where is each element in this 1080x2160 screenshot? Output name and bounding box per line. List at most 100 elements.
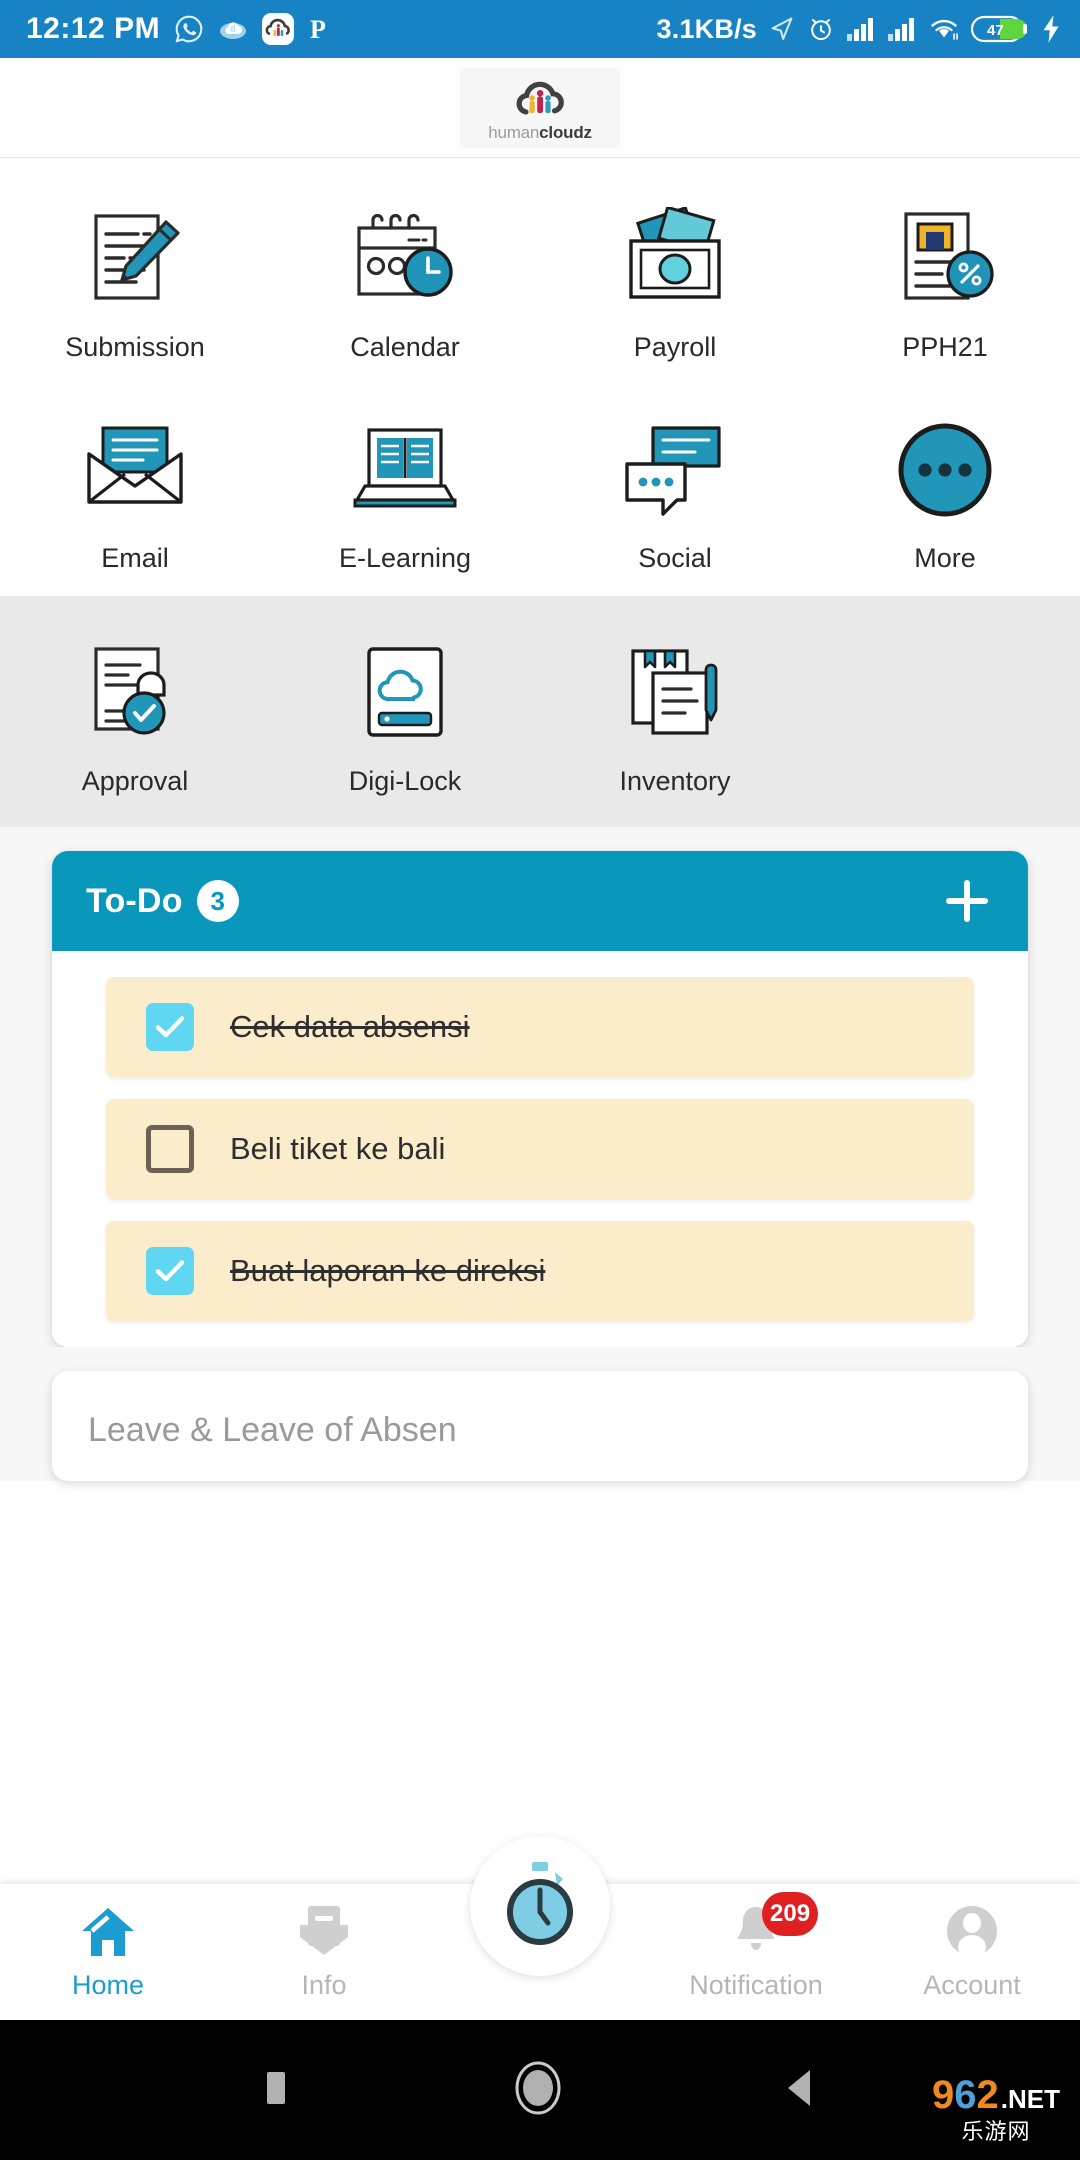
todo-list: Cek data absensi Beli tiket ke bali Buat… [52,951,1028,1347]
watermark-subtitle: 乐游网 [961,2119,1031,2144]
menu-label: Calendar [350,332,460,362]
menu-item-elearning[interactable]: E-Learning [270,409,540,572]
menu-label: Email [101,543,169,573]
account-person-icon [944,1900,1000,1964]
menu-label: PPH21 [902,332,988,362]
stopwatch-icon [499,1860,581,1953]
info-envelope-icon [296,1900,352,1964]
todo-list-item[interactable]: Cek data absensi [106,977,974,1077]
nav-item-info[interactable]: Info [216,1884,432,1999]
logo-text-human: human [488,123,540,142]
menu-item-approval[interactable]: Approval [0,632,270,795]
todo-title-group: To-Do 3 [86,880,239,922]
nav-item-account[interactable]: Account [864,1884,1080,1999]
back-triangle-icon[interactable] [782,2064,822,2117]
menu-label: Inventory [619,766,731,796]
signal-bars-2-icon [887,16,917,42]
todo-item-text: Buat laporan ke direksi [230,1253,546,1288]
status-bar-left: 12:12 PM P [26,12,334,46]
todo-checkbox-checked[interactable] [146,1247,194,1295]
menu-item-submission[interactable]: Submission [0,198,270,361]
recents-square-icon[interactable] [258,2064,294,2117]
android-navigation-bar [0,2020,1080,2160]
menu-label: Payroll [633,332,717,362]
chat-bubbles-icon [609,409,741,531]
todo-list-item[interactable]: Beli tiket ke bali [106,1099,974,1199]
menu-item-email[interactable]: Email [0,409,270,572]
watermark-digit-6: 6 [954,2073,977,2117]
clipboard-pen-icon [609,632,741,754]
todo-checkbox-unchecked[interactable] [146,1125,194,1173]
leave-section: Leave & Leave of Absen [0,1347,1080,1481]
wifi-icon [928,16,960,42]
cloud-storage-icon [339,632,471,754]
menu-label: E-Learning [338,543,472,573]
menu-label: Approval [81,766,189,796]
status-bar-clock: 12:12 PM [26,12,161,45]
svg-text:P: P [310,15,326,44]
menu-item-calendar[interactable]: Calendar [270,198,540,361]
menu-item-social[interactable]: Social [540,409,810,572]
menu-item-more[interactable]: More [810,409,1080,572]
todo-count-badge: 3 [196,880,239,922]
nav-label-home: Home [71,1970,145,2000]
home-circle-icon[interactable] [510,2058,566,2123]
watermark-digit-9: 9 [932,2073,955,2117]
menu-label: Social [638,543,712,573]
todo-item-text: Cek data absensi [230,1009,470,1044]
cloud-people-logo-icon [509,74,571,123]
nav-item-notification[interactable]: 209 Notification [648,1884,864,1999]
menu-item-inventory[interactable]: Inventory [540,632,810,795]
humancloudz-app-icon [262,13,295,45]
menu-item-payroll[interactable]: Payroll [540,198,810,361]
menu-label: Submission [65,332,205,362]
row-spacer [0,361,1080,409]
nav-label-account: Account [923,1970,1021,2000]
location-arrow-icon [768,15,796,43]
battery-level-text: 47 [987,22,1004,39]
leave-card[interactable]: Leave & Leave of Absen [52,1371,1028,1481]
add-todo-button[interactable] [942,876,992,926]
menu-item-pph21[interactable]: PPH21 [810,198,1080,361]
notification-badge: 209 [762,1892,819,1936]
nav-label-notification: Notification [689,1970,823,2000]
watermark-suffix: .NET [1000,2084,1060,2114]
todo-card-header: To-Do 3 [52,851,1028,951]
network-speed-text: 3.1KB/s [656,13,757,44]
logo-text-cloudz: cloudz [539,123,592,142]
leave-card-title: Leave & Leave of Absen [88,1411,457,1449]
todo-list-item[interactable]: Buat laporan ke direksi [106,1221,974,1321]
app-header: humancloudz [0,58,1080,158]
menu-item-digilock[interactable]: Digi-Lock [270,632,540,795]
humancloudz-logo: humancloudz [460,67,620,148]
menu-label: Digi-Lock [348,766,462,796]
calendar-clock-icon [339,198,471,320]
money-cash-icon [609,198,741,320]
menu-row-2: Email E-Learning Social More [0,409,1080,572]
more-dots-circle-icon [879,409,1011,531]
document-stamp-icon [69,632,201,754]
cloud-icon [218,17,248,41]
nav-label-info: Info [301,1970,347,2000]
document-pen-icon [69,198,201,320]
whatsapp-icon [174,14,204,44]
watermark-digit-2: 2 [976,2073,999,2117]
todo-title: To-Do [86,881,183,920]
tax-document-percent-icon [879,198,1011,320]
todo-card: To-Do 3 Cek data absensi Beli tiket ke b… [52,851,1028,1347]
primary-menu-grid: Submission Calendar Payroll PPH21 Email … [0,158,1080,596]
menu-label: More [914,543,976,573]
stopwatch-fab-button[interactable] [470,1836,610,1976]
todo-item-text: Beli tiket ke bali [230,1131,446,1166]
todo-checkbox-checked[interactable] [146,1003,194,1051]
nav-item-home[interactable]: Home [0,1884,216,1999]
menu-row-1: Submission Calendar Payroll PPH21 [0,198,1080,361]
logo-wordmark: humancloudz [488,124,592,141]
scrollable-content[interactable]: Submission Calendar Payroll PPH21 Email … [0,158,1080,1481]
battery-icon: 47 [971,14,1029,44]
watermark-logo-row: 9 6 2 .NET [932,2073,1060,2118]
home-icon [78,1900,138,1964]
signal-bars-1-icon [846,16,876,42]
alarm-icon [807,15,835,43]
secondary-menu-grid: Approval Digi-Lock Inventory [0,596,1080,827]
